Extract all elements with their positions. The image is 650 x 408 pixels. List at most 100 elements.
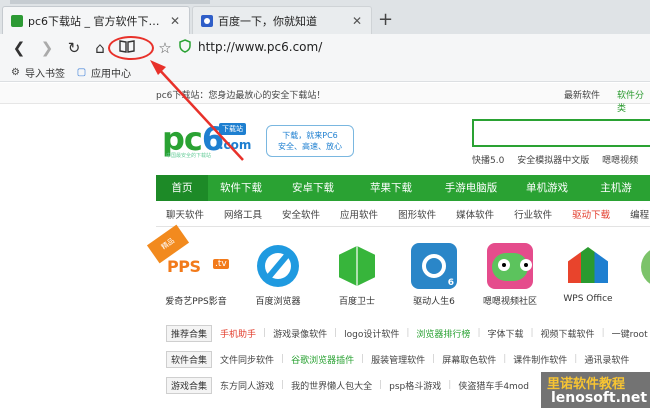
app-baidu-guard[interactable]: 百度卫士 <box>321 243 393 307</box>
frog-icon <box>487 243 533 289</box>
site-slogan: 下载，就来PC6 安全、高速、放心 <box>266 125 354 157</box>
slogan-line: 安全、高速、放心 <box>278 142 342 151</box>
app-name: 迅 <box>622 294 650 307</box>
nav-apple[interactable]: 苹果下载 <box>352 175 430 201</box>
tag-link[interactable]: 谷歌浏览器插件 <box>291 353 354 366</box>
app-name: 爱奇艺PPS影音 <box>165 297 227 307</box>
nav-home[interactable]: 首页 <box>156 175 208 201</box>
subnav-item[interactable]: 应用软件 <box>340 207 378 221</box>
subnav-item[interactable]: 媒体软件 <box>456 207 494 221</box>
import-icon: ⚙ <box>11 67 20 78</box>
app-wps[interactable]: WPS Office <box>552 243 624 304</box>
new-tab-button[interactable]: + <box>378 9 393 30</box>
reload-icon[interactable]: ↻ <box>65 39 83 57</box>
tab-pc6[interactable]: pc6下载站 _ 官方软件下载基地 ✕ <box>2 6 190 34</box>
baidu-browser-icon <box>255 243 301 289</box>
site-top-bar: pc6下载站：您身边最放心的安全下载站！ 最新软件 软件分类 <box>0 83 650 114</box>
subnav-item[interactable]: 编程 <box>630 207 649 221</box>
subnav-item[interactable]: 图形软件 <box>398 207 436 221</box>
bookmark-star-icon[interactable]: ☆ <box>156 39 174 57</box>
back-icon[interactable]: ❮ <box>10 39 28 57</box>
address-toolbar: ❮ ❯ ↻ ⌂ ☆ http://www.pc6.com/ <box>0 34 650 62</box>
tag-link[interactable]: 手机助手 <box>220 327 256 340</box>
logo-badge: 下载站 <box>219 123 246 135</box>
site-search-input[interactable] <box>472 119 650 147</box>
watermark: 里诺软件教程 lenosoft.net <box>541 372 650 408</box>
featured-apps: PPS .tv 爱奇艺PPS影音 百度浏览器 百度卫士 6 驱动人生6 嗯嗯视频… <box>160 243 650 313</box>
subnav-item[interactable]: 网络工具 <box>224 207 262 221</box>
tag-link[interactable]: 通讯录软件 <box>584 353 629 366</box>
nav-mobile-games-pc[interactable]: 手游电脑版 <box>430 175 512 201</box>
app-name: WPS Office <box>563 294 613 304</box>
pc6-favicon-icon <box>11 14 23 27</box>
tab-title: 百度一下，你就知道 <box>218 14 317 28</box>
address-input[interactable]: http://www.pc6.com/ <box>198 40 322 54</box>
tag-row-recommended: 推荐合集 手机助手 | 游戏录像软件 | logo设计软件 | 浏览器排行榜 | 字体下… <box>166 320 650 346</box>
nav-android[interactable]: 安卓下载 <box>274 175 352 201</box>
baidu-favicon-icon <box>201 14 213 27</box>
app-frog-video[interactable]: 嗯嗯视频社区 <box>474 243 546 307</box>
hot-word-link[interactable]: 快播5.0 <box>472 156 504 166</box>
subnav-item[interactable]: 驱动下载 <box>572 207 610 221</box>
tab-strip-edge <box>10 0 210 4</box>
tag-link[interactable]: logo设计软件 <box>344 327 399 340</box>
subnav-item[interactable]: 行业软件 <box>514 207 552 221</box>
software-category-link[interactable]: 软件分类 <box>617 88 650 114</box>
tag-link[interactable]: 服装管理软件 <box>371 353 425 366</box>
partial-app-icon <box>635 243 650 289</box>
tag-link[interactable]: 侠盗猎车手4mod <box>458 379 529 392</box>
home-icon[interactable]: ⌂ <box>91 39 109 57</box>
hot-word-link[interactable]: 嗯嗯视频 <box>602 156 638 166</box>
slogan-line: 下载，就来PC6 <box>282 131 338 140</box>
site-tagline: pc6下载站：您身边最放心的安全下载站！ <box>156 91 326 101</box>
subnav-item[interactable]: 聊天软件 <box>166 207 204 221</box>
sub-nav: 聊天软件 网络工具 安全软件 应用软件 图形软件 媒体软件 行业软件 驱动下载 … <box>156 201 650 227</box>
nav-console-games[interactable]: 主机游 <box>582 175 650 201</box>
tag-row-label: 游戏合集 <box>166 376 213 394</box>
subnav-item[interactable]: 安全软件 <box>282 207 320 221</box>
pps-icon: PPS .tv <box>167 243 229 289</box>
close-tab-icon[interactable]: ✕ <box>169 14 181 28</box>
hot-word-link[interactable]: 安全模拟器中文版 <box>517 156 589 166</box>
nav-software[interactable]: 软件下载 <box>208 175 274 201</box>
tag-link[interactable]: 文件同步软件 <box>220 353 274 366</box>
tag-link[interactable]: 视频下载软件 <box>541 327 595 340</box>
app-name: 嗯嗯视频社区 <box>482 297 537 307</box>
app-name: 百度卫士 <box>338 297 375 307</box>
site-logo[interactable]: pc6 下载站 .com 中国最安全的下载站 <box>162 122 258 159</box>
tag-link[interactable]: 东方同人游戏 <box>220 379 274 392</box>
app-name: 驱动人生6 <box>413 297 455 307</box>
forward-icon[interactable]: ❯ <box>38 39 56 57</box>
tag-link[interactable]: 屏幕取色软件 <box>442 353 496 366</box>
driver-badge: 6 <box>447 278 454 288</box>
close-tab-icon[interactable]: ✕ <box>351 14 363 28</box>
tag-link[interactable]: 课件制作软件 <box>513 353 567 366</box>
nav-single-games[interactable]: 单机游戏 <box>512 175 582 201</box>
pps-logo-tv: .tv <box>213 259 229 269</box>
tag-link[interactable]: 一键root <box>612 327 648 340</box>
browser-window: pc6下载站 _ 官方软件下载基地 ✕ 百度一下，你就知道 ✕ + ❮ ❯ ↻ … <box>0 0 650 408</box>
tag-link[interactable]: 游戏录像软件 <box>273 327 327 340</box>
tag-link[interactable]: 浏览器排行榜 <box>416 327 470 340</box>
app-baidu-browser[interactable]: 百度浏览器 <box>242 243 314 307</box>
tag-link[interactable]: 我的世界懒人包大全 <box>291 379 372 392</box>
tab-strip: pc6下载站 _ 官方软件下载基地 ✕ 百度一下，你就知道 ✕ + <box>0 0 650 34</box>
app-partial[interactable]: 迅 <box>622 243 650 307</box>
tab-baidu[interactable]: 百度一下，你就知道 ✕ <box>192 6 372 34</box>
tag-row-label: 软件合集 <box>166 350 213 368</box>
app-name: 百度浏览器 <box>255 297 301 307</box>
tag-row-software: 软件合集 文件同步软件 | 谷歌浏览器插件 | 服装管理软件 | 屏幕取色软件 | 课件… <box>166 346 650 372</box>
bookmark-import[interactable]: ⚙ 导入书签 <box>10 65 65 80</box>
annotation-circle <box>108 36 154 60</box>
security-shield-icon <box>176 39 194 57</box>
pps-logo-text: PPS <box>167 257 201 276</box>
bookmark-apps[interactable]: ▢ 应用中心 <box>76 65 131 80</box>
latest-software-link[interactable]: 最新软件 <box>564 88 600 101</box>
app-driver-life[interactable]: 6 驱动人生6 <box>398 243 470 307</box>
shield-icon <box>179 39 191 53</box>
tag-link[interactable]: 字体下载 <box>487 327 523 340</box>
tag-link[interactable]: psp格斗游戏 <box>389 379 441 392</box>
wps-icon <box>565 243 611 289</box>
logo-wordmark: pc6 <box>162 122 224 156</box>
bookmark-label: 应用中心 <box>91 69 131 80</box>
